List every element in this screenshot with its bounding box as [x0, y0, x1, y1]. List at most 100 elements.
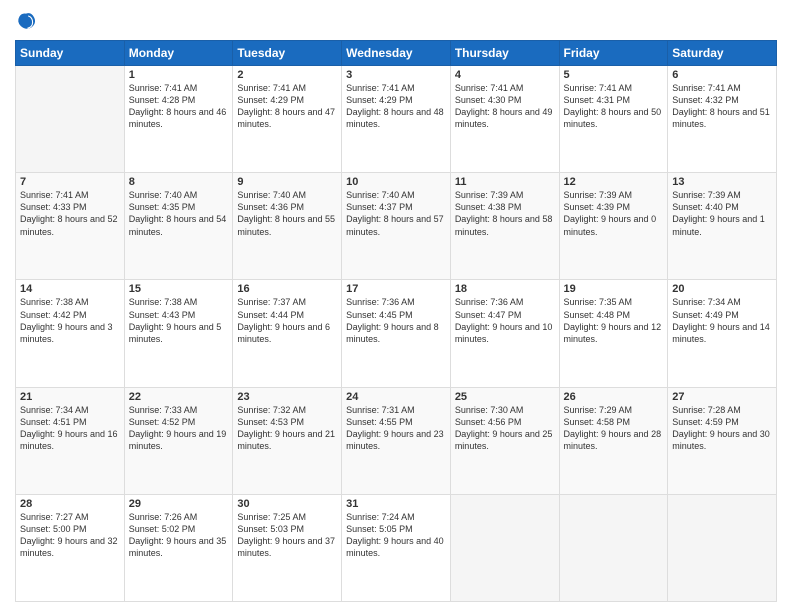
calendar-cell: 27Sunrise: 7:28 AMSunset: 4:59 PMDayligh…	[668, 387, 777, 494]
day-info: Sunrise: 7:39 AMSunset: 4:40 PMDaylight:…	[672, 189, 772, 238]
day-info: Sunrise: 7:41 AMSunset: 4:29 PMDaylight:…	[346, 82, 446, 131]
calendar-cell: 9Sunrise: 7:40 AMSunset: 4:36 PMDaylight…	[233, 173, 342, 280]
day-info: Sunrise: 7:38 AMSunset: 4:43 PMDaylight:…	[129, 296, 229, 345]
calendar-cell: 5Sunrise: 7:41 AMSunset: 4:31 PMDaylight…	[559, 66, 668, 173]
day-info: Sunrise: 7:41 AMSunset: 4:33 PMDaylight:…	[20, 189, 120, 238]
calendar-cell: 6Sunrise: 7:41 AMSunset: 4:32 PMDaylight…	[668, 66, 777, 173]
day-number: 19	[564, 283, 664, 295]
calendar-cell: 18Sunrise: 7:36 AMSunset: 4:47 PMDayligh…	[450, 280, 559, 387]
day-number: 4	[455, 69, 555, 81]
calendar-cell: 17Sunrise: 7:36 AMSunset: 4:45 PMDayligh…	[342, 280, 451, 387]
day-number: 21	[20, 391, 120, 403]
day-info: Sunrise: 7:41 AMSunset: 4:32 PMDaylight:…	[672, 82, 772, 131]
calendar-week-2: 14Sunrise: 7:38 AMSunset: 4:42 PMDayligh…	[16, 280, 777, 387]
day-info: Sunrise: 7:39 AMSunset: 4:39 PMDaylight:…	[564, 189, 664, 238]
day-info: Sunrise: 7:36 AMSunset: 4:45 PMDaylight:…	[346, 296, 446, 345]
day-info: Sunrise: 7:32 AMSunset: 4:53 PMDaylight:…	[237, 404, 337, 453]
header-day-saturday: Saturday	[668, 41, 777, 66]
header-day-monday: Monday	[124, 41, 233, 66]
calendar-cell	[559, 494, 668, 601]
calendar-cell: 20Sunrise: 7:34 AMSunset: 4:49 PMDayligh…	[668, 280, 777, 387]
day-number: 20	[672, 283, 772, 295]
day-number: 5	[564, 69, 664, 81]
calendar-cell: 26Sunrise: 7:29 AMSunset: 4:58 PMDayligh…	[559, 387, 668, 494]
day-number: 22	[129, 391, 229, 403]
day-info: Sunrise: 7:29 AMSunset: 4:58 PMDaylight:…	[564, 404, 664, 453]
day-info: Sunrise: 7:28 AMSunset: 4:59 PMDaylight:…	[672, 404, 772, 453]
calendar-cell: 28Sunrise: 7:27 AMSunset: 5:00 PMDayligh…	[16, 494, 125, 601]
day-info: Sunrise: 7:26 AMSunset: 5:02 PMDaylight:…	[129, 511, 229, 560]
day-info: Sunrise: 7:24 AMSunset: 5:05 PMDaylight:…	[346, 511, 446, 560]
day-number: 1	[129, 69, 229, 81]
calendar-body: 1Sunrise: 7:41 AMSunset: 4:28 PMDaylight…	[16, 66, 777, 602]
day-number: 16	[237, 283, 337, 295]
day-number: 27	[672, 391, 772, 403]
day-info: Sunrise: 7:36 AMSunset: 4:47 PMDaylight:…	[455, 296, 555, 345]
day-number: 10	[346, 176, 446, 188]
calendar-table: SundayMondayTuesdayWednesdayThursdayFrid…	[15, 40, 777, 602]
logo	[15, 10, 41, 32]
day-info: Sunrise: 7:41 AMSunset: 4:29 PMDaylight:…	[237, 82, 337, 131]
day-number: 11	[455, 176, 555, 188]
day-info: Sunrise: 7:41 AMSunset: 4:30 PMDaylight:…	[455, 82, 555, 131]
calendar-cell: 30Sunrise: 7:25 AMSunset: 5:03 PMDayligh…	[233, 494, 342, 601]
calendar-cell: 2Sunrise: 7:41 AMSunset: 4:29 PMDaylight…	[233, 66, 342, 173]
day-info: Sunrise: 7:25 AMSunset: 5:03 PMDaylight:…	[237, 511, 337, 560]
calendar-header: SundayMondayTuesdayWednesdayThursdayFrid…	[16, 41, 777, 66]
calendar-cell: 1Sunrise: 7:41 AMSunset: 4:28 PMDaylight…	[124, 66, 233, 173]
calendar-cell: 29Sunrise: 7:26 AMSunset: 5:02 PMDayligh…	[124, 494, 233, 601]
day-number: 14	[20, 283, 120, 295]
header-row: SundayMondayTuesdayWednesdayThursdayFrid…	[16, 41, 777, 66]
day-info: Sunrise: 7:40 AMSunset: 4:35 PMDaylight:…	[129, 189, 229, 238]
day-info: Sunrise: 7:34 AMSunset: 4:51 PMDaylight:…	[20, 404, 120, 453]
day-info: Sunrise: 7:34 AMSunset: 4:49 PMDaylight:…	[672, 296, 772, 345]
day-number: 6	[672, 69, 772, 81]
day-number: 15	[129, 283, 229, 295]
calendar-cell: 24Sunrise: 7:31 AMSunset: 4:55 PMDayligh…	[342, 387, 451, 494]
header-day-wednesday: Wednesday	[342, 41, 451, 66]
day-info: Sunrise: 7:39 AMSunset: 4:38 PMDaylight:…	[455, 189, 555, 238]
calendar-cell: 23Sunrise: 7:32 AMSunset: 4:53 PMDayligh…	[233, 387, 342, 494]
calendar-cell: 25Sunrise: 7:30 AMSunset: 4:56 PMDayligh…	[450, 387, 559, 494]
calendar-cell: 31Sunrise: 7:24 AMSunset: 5:05 PMDayligh…	[342, 494, 451, 601]
calendar-week-3: 21Sunrise: 7:34 AMSunset: 4:51 PMDayligh…	[16, 387, 777, 494]
calendar-cell: 14Sunrise: 7:38 AMSunset: 4:42 PMDayligh…	[16, 280, 125, 387]
calendar-cell: 3Sunrise: 7:41 AMSunset: 4:29 PMDaylight…	[342, 66, 451, 173]
day-number: 25	[455, 391, 555, 403]
day-number: 8	[129, 176, 229, 188]
calendar-cell: 8Sunrise: 7:40 AMSunset: 4:35 PMDaylight…	[124, 173, 233, 280]
day-number: 31	[346, 498, 446, 510]
day-number: 9	[237, 176, 337, 188]
calendar-cell: 13Sunrise: 7:39 AMSunset: 4:40 PMDayligh…	[668, 173, 777, 280]
day-info: Sunrise: 7:30 AMSunset: 4:56 PMDaylight:…	[455, 404, 555, 453]
calendar-cell: 12Sunrise: 7:39 AMSunset: 4:39 PMDayligh…	[559, 173, 668, 280]
day-info: Sunrise: 7:38 AMSunset: 4:42 PMDaylight:…	[20, 296, 120, 345]
header-day-thursday: Thursday	[450, 41, 559, 66]
logo-icon	[15, 10, 37, 32]
page-header	[15, 10, 777, 32]
day-number: 3	[346, 69, 446, 81]
header-day-friday: Friday	[559, 41, 668, 66]
day-info: Sunrise: 7:40 AMSunset: 4:37 PMDaylight:…	[346, 189, 446, 238]
day-number: 24	[346, 391, 446, 403]
calendar-week-0: 1Sunrise: 7:41 AMSunset: 4:28 PMDaylight…	[16, 66, 777, 173]
day-number: 29	[129, 498, 229, 510]
header-day-sunday: Sunday	[16, 41, 125, 66]
day-number: 26	[564, 391, 664, 403]
day-number: 2	[237, 69, 337, 81]
calendar-week-1: 7Sunrise: 7:41 AMSunset: 4:33 PMDaylight…	[16, 173, 777, 280]
calendar-cell	[450, 494, 559, 601]
calendar-cell	[16, 66, 125, 173]
calendar-cell: 16Sunrise: 7:37 AMSunset: 4:44 PMDayligh…	[233, 280, 342, 387]
calendar-week-4: 28Sunrise: 7:27 AMSunset: 5:00 PMDayligh…	[16, 494, 777, 601]
calendar-cell: 11Sunrise: 7:39 AMSunset: 4:38 PMDayligh…	[450, 173, 559, 280]
calendar-cell: 7Sunrise: 7:41 AMSunset: 4:33 PMDaylight…	[16, 173, 125, 280]
calendar-cell: 10Sunrise: 7:40 AMSunset: 4:37 PMDayligh…	[342, 173, 451, 280]
header-day-tuesday: Tuesday	[233, 41, 342, 66]
day-number: 23	[237, 391, 337, 403]
calendar-cell: 19Sunrise: 7:35 AMSunset: 4:48 PMDayligh…	[559, 280, 668, 387]
day-number: 17	[346, 283, 446, 295]
calendar-cell: 22Sunrise: 7:33 AMSunset: 4:52 PMDayligh…	[124, 387, 233, 494]
day-number: 12	[564, 176, 664, 188]
day-number: 28	[20, 498, 120, 510]
